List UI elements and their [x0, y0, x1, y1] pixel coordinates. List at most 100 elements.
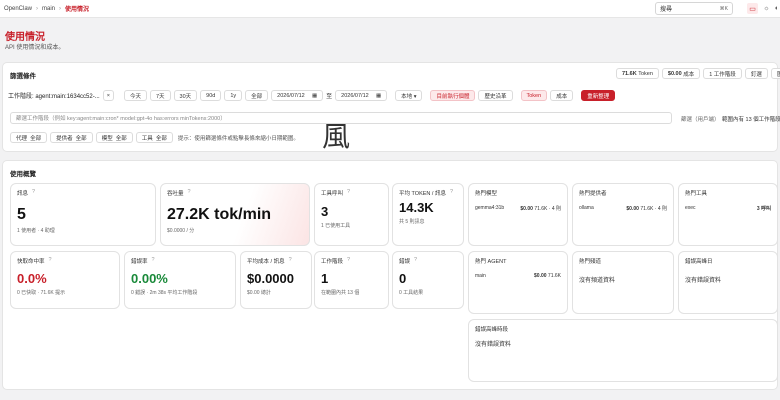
- avg-tokens-card: 平均 TOKEN / 訊息? 14.3K 共 5 則訊息: [392, 183, 464, 246]
- filters-summary: 71.6K Token $0.00 成本 1 工作階段 釘選 匯出 ▾: [616, 68, 780, 79]
- tool-calls-sub: 1 已使用工具: [321, 223, 351, 229]
- peak-error-days-title: 錯誤高峰日: [685, 259, 713, 265]
- page-title: 使用情況: [5, 32, 45, 43]
- top-tools-row: exec 3 呼叫: [685, 205, 771, 212]
- clear-session-button[interactable]: ×: [102, 90, 114, 101]
- filters-heading: 篩選條件: [10, 73, 36, 80]
- avg-cost-sub: $0.00 總計: [247, 290, 271, 296]
- filters-controls: 工作階段: agent:main:1634cc52-... × 今天 7天 30…: [8, 90, 616, 101]
- range-7d-button[interactable]: 7天: [149, 90, 171, 101]
- timezone-select[interactable]: 本地 ▾: [395, 90, 423, 101]
- range-all-button[interactable]: 全部: [245, 90, 269, 101]
- breadcrumb-current: 使用情況: [65, 7, 90, 13]
- range-1y-button[interactable]: 1y: [224, 90, 243, 101]
- top-providers-card: 熱門提供者 ollama $0.00 71.6K · 4 則: [572, 183, 674, 246]
- monitor-icon[interactable]: ▭: [747, 3, 758, 14]
- agent-filter-chip[interactable]: 代理 全部: [10, 132, 48, 143]
- watermark-logo: 風: [322, 120, 351, 153]
- top-tools-card: 熱門工具 exec 3 呼叫: [678, 183, 778, 246]
- top-agents-title: 熱門 AGENT: [475, 259, 507, 265]
- current-instance-button[interactable]: 目前執行個體: [430, 90, 476, 101]
- range-90d-button[interactable]: 90d: [200, 90, 222, 101]
- top-agents-card: 熱門 AGENT main $0.00 71.6K: [468, 251, 568, 314]
- peak-error-days-card: 錯誤高峰日 沒有錯誤資料: [678, 251, 778, 314]
- moon-icon[interactable]: ◐: [773, 3, 780, 14]
- top-tools-title: 熱門工具: [685, 191, 708, 197]
- session-filter-label: 工作階段: agent:main:1634cc52-...: [8, 94, 100, 100]
- page-subtitle: API 使用情況和成本。: [5, 45, 65, 51]
- error-rate-sub: 0 錯誤 · 2m 38s 平均工作階段: [131, 290, 198, 296]
- errors-value: 0: [399, 271, 407, 286]
- mode-token-button[interactable]: Token: [520, 90, 548, 101]
- throughput-sub: $0.0000 / 分: [167, 228, 195, 234]
- sun-icon[interactable]: ☼: [761, 3, 772, 14]
- start-date-input[interactable]: 2026/07/12 ▦: [271, 90, 324, 101]
- query-hint: 篩選（用戶端）: [681, 117, 720, 123]
- info-icon[interactable]: ?: [347, 189, 350, 197]
- range-note: 範圍內有 13 個工作階段: [722, 117, 780, 123]
- top-providers-row: ollama $0.00 71.6K · 4 則: [579, 205, 667, 212]
- calendar-icon: ▦: [311, 92, 318, 99]
- sessions-card: 工作階段? 1 在範圍內共 13 個: [314, 251, 389, 309]
- tool-calls-value: 3: [321, 204, 329, 219]
- calendar-icon: ▦: [375, 92, 382, 99]
- info-icon[interactable]: ?: [289, 257, 292, 265]
- info-icon[interactable]: ?: [414, 257, 417, 265]
- range-today-button[interactable]: 今天: [123, 90, 147, 101]
- filter-chips: 代理 全部 提供者 全部 模型 全部 工具 全部 提示：使用篩選條件或點擊長條來…: [10, 132, 299, 143]
- info-icon[interactable]: ?: [49, 257, 52, 265]
- model-filter-chip[interactable]: 模型 全部: [95, 132, 133, 143]
- overview-heading: 使用概覽: [10, 171, 36, 178]
- error-rate-card: 錯誤率? 0.00% 0 錯誤 · 2m 38s 平均工作階段: [124, 251, 236, 309]
- breadcrumb-branch[interactable]: main: [42, 6, 55, 12]
- errors-card: 錯誤? 0 0 工具結果: [392, 251, 464, 309]
- top-models-row: gemma4:31b $0.00 71.6K · 4 則: [475, 205, 561, 212]
- breadcrumb-separator: ›: [36, 5, 39, 12]
- error-rate-value: 0.00%: [131, 271, 168, 286]
- top-providers-title: 熱門提供者: [579, 191, 607, 197]
- pin-button[interactable]: 釘選: [744, 68, 768, 79]
- top-bar: OpenClaw › main › 使用情況 搜尋 ⌘K ▭ ☼ ◐: [0, 0, 780, 18]
- tool-calls-card: 工具呼叫? 3 1 已使用工具: [314, 183, 389, 246]
- throughput-card: 吞吐量? 27.2K tok/min $0.0000 / 分: [160, 183, 310, 246]
- end-date-input[interactable]: 2026/07/12 ▦: [335, 90, 388, 101]
- range-30d-button[interactable]: 30天: [173, 90, 198, 101]
- messages-sub: 1 使用者 · 4 助理: [17, 228, 55, 234]
- info-icon[interactable]: ?: [32, 189, 35, 197]
- export-button[interactable]: 匯出 ▾: [770, 68, 780, 79]
- info-icon[interactable]: ?: [188, 189, 191, 197]
- top-models-card: 熱門模型 gemma4:31b $0.00 71.6K · 4 則: [468, 183, 568, 246]
- tokens-summary: 71.6K Token: [616, 68, 659, 79]
- top-channels-card: 熱門頻道 沒有頻道資料: [572, 251, 674, 314]
- top-channels-empty: 沒有頻道資料: [579, 278, 616, 284]
- provider-filter-chip[interactable]: 提供者 全部: [50, 132, 93, 143]
- avg-cost-card: 平均成本 / 訊息? $0.0000 $0.00 總計: [240, 251, 312, 309]
- search-input[interactable]: 搜尋 ⌘K: [655, 2, 733, 15]
- search-placeholder: 搜尋: [660, 7, 673, 13]
- history-button[interactable]: 歷史沿革: [478, 90, 513, 101]
- sessions-summary: 1 工作階段: [703, 68, 742, 79]
- errors-sub: 0 工具結果: [399, 290, 424, 296]
- throughput-value: 27.2K tok/min: [167, 206, 272, 223]
- messages-value: 5: [17, 206, 26, 223]
- breadcrumb-root[interactable]: OpenClaw: [4, 6, 32, 12]
- date-to-label: 至: [326, 94, 333, 100]
- refresh-button[interactable]: 重新整理: [581, 90, 616, 101]
- sessions-sub: 在範圍內共 13 個: [321, 290, 360, 296]
- avg-tokens-value: 14.3K: [399, 200, 434, 215]
- info-icon[interactable]: ?: [152, 257, 155, 265]
- cache-hit-value: 0.0%: [17, 271, 47, 286]
- avg-tokens-sub: 共 5 則訊息: [399, 219, 425, 225]
- info-icon[interactable]: ?: [450, 189, 453, 197]
- top-agents-row: main $0.00 71.6K: [475, 273, 561, 279]
- cache-hit-card: 快取命中率? 0.0% 0 已快取 · 71.6K 提示: [10, 251, 120, 309]
- top-channels-title: 熱門頻道: [579, 259, 602, 265]
- tool-filter-chip[interactable]: 工具 全部: [135, 132, 173, 143]
- breadcrumb: OpenClaw › main › 使用情況: [4, 4, 90, 14]
- cache-hit-sub: 0 已快取 · 71.6K 提示: [17, 290, 66, 296]
- info-icon[interactable]: ?: [347, 257, 350, 265]
- cost-summary: $0.00 成本: [661, 68, 701, 79]
- top-models-title: 熱門模型: [475, 191, 498, 197]
- peak-error-hours-empty: 沒有錯誤資料: [475, 342, 512, 348]
- mode-cost-button[interactable]: 成本: [550, 90, 574, 101]
